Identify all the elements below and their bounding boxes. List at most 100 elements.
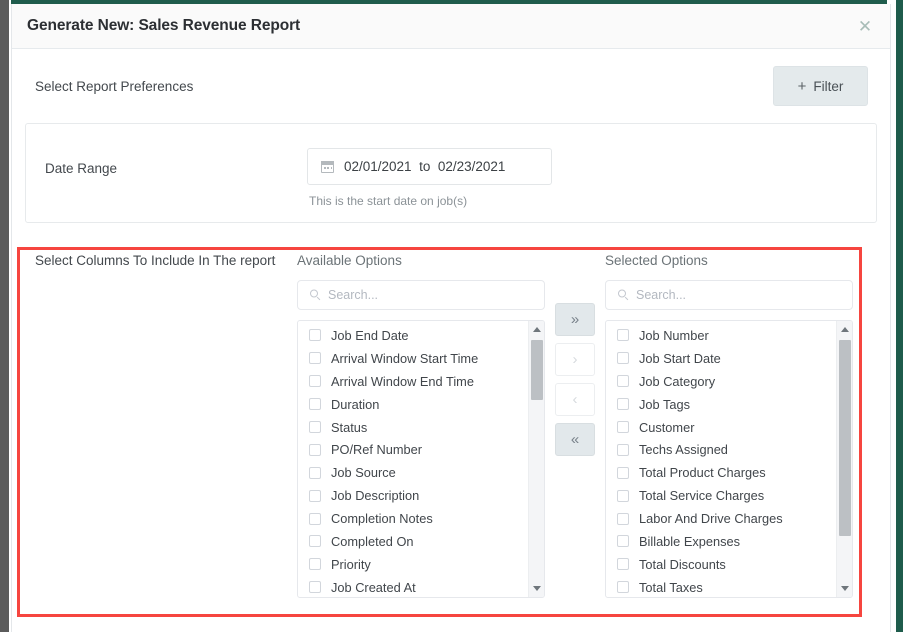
move-left-button[interactable]: ‹ xyxy=(555,383,595,416)
checkbox[interactable] xyxy=(309,535,321,548)
list-item-label: Duration xyxy=(331,396,380,412)
list-item[interactable]: Job Start Date xyxy=(617,347,838,370)
checkbox[interactable] xyxy=(309,558,321,571)
list-item-label: Completion Notes xyxy=(331,511,433,527)
checkbox[interactable] xyxy=(309,398,321,411)
list-item[interactable]: Total Service Charges xyxy=(617,484,838,507)
app-right-accent-edge xyxy=(896,0,903,632)
list-item-label: Job Created At xyxy=(331,579,416,595)
checkbox[interactable] xyxy=(309,375,321,388)
list-item[interactable]: Completion Notes xyxy=(309,507,530,530)
plus-icon: + xyxy=(797,77,807,95)
list-item-label: Techs Assigned xyxy=(639,442,728,458)
checkbox[interactable] xyxy=(309,489,321,502)
list-item-label: Job Source xyxy=(331,465,396,481)
select-columns-label: Select Columns To Include In The report xyxy=(35,253,276,268)
available-options-column: Available Options Job End Date Arrival Wi… xyxy=(297,235,545,598)
scroll-up-arrow-icon[interactable] xyxy=(837,321,852,338)
list-item[interactable]: Job Category xyxy=(617,370,838,393)
list-item[interactable]: Total Taxes xyxy=(617,576,838,597)
checkbox[interactable] xyxy=(617,581,629,594)
checkbox[interactable] xyxy=(617,375,629,388)
selected-list-scrollbar[interactable] xyxy=(836,321,852,597)
list-item[interactable]: Labor And Drive Charges xyxy=(617,507,838,530)
available-scrollbar-thumb[interactable] xyxy=(531,340,543,400)
app-left-edge xyxy=(0,0,9,632)
list-item-label: PO/Ref Number xyxy=(331,442,423,458)
checkbox[interactable] xyxy=(617,352,629,365)
list-item[interactable]: Status xyxy=(309,416,530,439)
selected-options-items: Job Number Job Start Date Job Category Job … xyxy=(606,321,838,597)
list-item[interactable]: Job Description xyxy=(309,484,530,507)
checkbox[interactable] xyxy=(309,329,321,342)
checkbox[interactable] xyxy=(309,352,321,365)
filter-button[interactable]: + Filter xyxy=(773,66,868,106)
checkbox[interactable] xyxy=(309,421,321,433)
available-options-heading: Available Options xyxy=(297,253,402,268)
date-range-input[interactable]: 02/01/2021 to 02/23/2021 xyxy=(307,148,552,185)
list-item-label: Arrival Window Start Time xyxy=(331,350,479,366)
checkbox[interactable] xyxy=(617,443,629,456)
checkbox[interactable] xyxy=(617,466,629,479)
scroll-down-arrow-icon[interactable] xyxy=(837,580,852,597)
list-item[interactable]: Job Number xyxy=(617,324,838,347)
checkbox[interactable] xyxy=(309,443,321,456)
checkbox[interactable] xyxy=(309,512,321,525)
transfer-buttons-group: » › ‹ « xyxy=(545,235,605,456)
selected-search-input[interactable] xyxy=(636,288,836,302)
checkbox[interactable] xyxy=(309,466,321,479)
list-item-label: Job End Date xyxy=(331,327,409,343)
checkbox[interactable] xyxy=(617,512,629,525)
checkbox[interactable] xyxy=(617,398,629,411)
checkbox[interactable] xyxy=(617,535,629,548)
list-item[interactable]: Billable Expenses xyxy=(617,530,838,553)
list-item[interactable]: Customer xyxy=(617,416,838,439)
checkbox[interactable] xyxy=(617,489,629,502)
close-icon[interactable]: ✕ xyxy=(854,15,876,37)
move-all-left-button[interactable]: « xyxy=(555,423,595,456)
available-search-box[interactable] xyxy=(297,280,545,310)
list-item-label: Job Start Date xyxy=(639,350,721,366)
list-item[interactable]: Arrival Window Start Time xyxy=(309,347,530,370)
list-item-label: Total Taxes xyxy=(639,579,703,595)
list-item[interactable]: PO/Ref Number xyxy=(309,438,530,461)
list-item-label: Total Product Charges xyxy=(639,465,766,481)
date-range-card: Date Range 02/01/2021 to 02/23/2021 This… xyxy=(25,123,877,223)
scroll-up-arrow-icon[interactable] xyxy=(529,321,544,338)
report-preferences-label: Select Report Preferences xyxy=(35,78,194,94)
dual-list-picker: Available Options Job End Date Arrival Wi… xyxy=(297,235,853,598)
date-range-hint: This is the start date on job(s) xyxy=(309,194,468,208)
checkbox[interactable] xyxy=(617,329,629,342)
search-icon xyxy=(618,289,629,301)
list-item[interactable]: Arrival Window End Time xyxy=(309,370,530,393)
list-item[interactable]: Job End Date xyxy=(309,324,530,347)
list-item[interactable]: Priority xyxy=(309,553,530,576)
list-item[interactable]: Duration xyxy=(309,393,530,416)
selected-scrollbar-thumb[interactable] xyxy=(839,340,851,536)
list-item-label: Job Number xyxy=(639,327,709,343)
checkbox[interactable] xyxy=(309,581,321,594)
checkbox[interactable] xyxy=(617,558,629,571)
move-all-right-button[interactable]: » xyxy=(555,303,595,336)
scroll-down-arrow-icon[interactable] xyxy=(529,580,544,597)
list-item[interactable]: Completed On xyxy=(309,530,530,553)
list-item[interactable]: Total Discounts xyxy=(617,553,838,576)
list-item[interactable]: Job Created At xyxy=(309,576,530,597)
list-item-label: Priority xyxy=(331,556,371,572)
available-options-list[interactable]: Job End Date Arrival Window Start Time Arr… xyxy=(297,320,545,598)
report-preferences-row: Select Report Preferences + Filter xyxy=(24,49,878,123)
list-item[interactable]: Job Tags xyxy=(617,393,838,416)
selected-search-box[interactable] xyxy=(605,280,853,310)
selected-options-list[interactable]: Job Number Job Start Date Job Category Job … xyxy=(605,320,853,598)
list-item[interactable]: Techs Assigned xyxy=(617,438,838,461)
generate-report-modal: Generate New: Sales Revenue Report ✕ Sel… xyxy=(11,4,891,632)
move-right-button[interactable]: › xyxy=(555,343,595,376)
list-item[interactable]: Total Product Charges xyxy=(617,461,838,484)
list-item[interactable]: Job Source xyxy=(309,461,530,484)
available-search-input[interactable] xyxy=(328,288,528,302)
checkbox[interactable] xyxy=(617,421,629,433)
list-item-label: Completed On xyxy=(331,533,414,549)
select-columns-section: Select Columns To Include In The report … xyxy=(24,235,878,598)
selected-options-column: Selected Options Job Number Job Start Dat… xyxy=(605,235,853,598)
available-list-scrollbar[interactable] xyxy=(528,321,544,597)
